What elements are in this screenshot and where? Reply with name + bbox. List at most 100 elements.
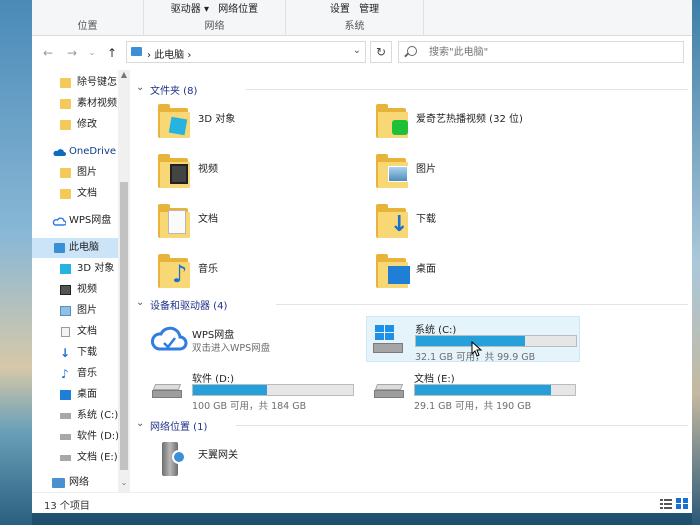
drive-label: 文档 (E:) — [414, 374, 455, 385]
sidebar-item-label: 文档 (E:) — [77, 452, 118, 463]
sidebar-item-drive-e[interactable]: 文档 (E:) — [32, 448, 118, 468]
network-item-gateway[interactable]: 天翼网关 — [158, 438, 358, 482]
sidebar-item-label: 图片 — [77, 305, 97, 316]
sidebar-item-label: 除号键怎 — [77, 77, 117, 88]
add-network-location-button[interactable]: 网络位置 — [218, 4, 258, 15]
sidebar-item-label: 此电脑 — [69, 242, 99, 253]
sidebar-item-this-pc[interactable]: 此电脑 — [32, 238, 118, 258]
sidebar-scrollbar[interactable]: ▲ ⌄ — [118, 70, 130, 492]
folder-icon — [60, 168, 71, 178]
collapse-chevron-icon[interactable]: ⌄ — [136, 418, 144, 429]
sidebar-item-pictures[interactable]: 图片 — [32, 301, 118, 321]
sidebar-item-3d-objects[interactable]: 3D 对象 — [32, 259, 118, 279]
scroll-up-icon[interactable]: ▲ — [118, 70, 130, 82]
folder-videos[interactable]: 视频 — [158, 152, 358, 196]
collapse-chevron-icon[interactable]: ⌄ — [136, 297, 144, 308]
sidebar-item-wps[interactable]: WPS网盘 — [32, 211, 118, 231]
picture-icon — [60, 306, 71, 316]
desktop-folder-icon — [376, 252, 410, 288]
settings-button[interactable]: 设置 — [330, 4, 350, 15]
cube-icon — [60, 264, 71, 274]
folder-3d-objects[interactable]: 3D 对象 — [158, 102, 358, 146]
map-drive-button[interactable]: 驱动器 ▾ — [171, 4, 209, 15]
sidebar-item-downloads[interactable]: ↓ 下载 — [32, 343, 118, 363]
sidebar-item-drive-c[interactable]: 系统 (C:) — [32, 406, 118, 426]
sidebar-item-desktop[interactable]: 桌面 — [32, 385, 118, 405]
breadcrumb[interactable]: › 此电脑 › — [147, 46, 191, 61]
sidebar-item-label: 软件 (D:) — [77, 431, 118, 442]
forward-arrow-icon[interactable]: → — [64, 45, 80, 61]
up-arrow-icon[interactable]: ↑ — [104, 45, 120, 61]
back-arrow-icon[interactable]: ← — [40, 45, 56, 61]
folder-music[interactable]: ♪ 音乐 — [158, 252, 358, 296]
ribbon: 位置 驱动器 ▾ 网络位置 网络 设置 管理 系统 — [32, 0, 692, 36]
network-item-label: 天翼网关 — [198, 450, 238, 461]
details-view-icon[interactable] — [660, 498, 672, 509]
sidebar-item-documents[interactable]: 文档 — [32, 322, 118, 342]
sidebar-item-label: 网络 — [69, 477, 89, 488]
videos-folder-icon — [158, 152, 192, 188]
iqiyi-folder-icon — [376, 102, 410, 138]
collapse-chevron-icon[interactable]: ⌄ — [136, 82, 144, 93]
search-input[interactable] — [429, 45, 669, 59]
folder-documents[interactable]: 文档 — [158, 202, 358, 246]
breadcrumb-this-pc[interactable]: 此电脑 — [154, 50, 184, 61]
section-header-folders[interactable]: ⌄ 文件夹 (8) — [136, 82, 688, 97]
folder-label: 下载 — [416, 214, 436, 225]
scroll-down-icon[interactable]: ⌄ — [118, 478, 130, 490]
sidebar-item-folder[interactable]: 修改 — [32, 115, 118, 135]
folder-label: 图片 — [416, 164, 436, 175]
search-box[interactable] — [398, 41, 684, 63]
ribbon-group-label: 网络 — [204, 21, 225, 32]
sidebar-item-drive-d[interactable]: 软件 (D:) — [32, 427, 118, 447]
section-header-devices[interactable]: ⌄ 设备和驱动器 (4) — [136, 297, 688, 312]
hard-drive-icon — [372, 384, 406, 398]
drive-usage-fill — [193, 385, 267, 395]
manage-button[interactable]: 管理 — [359, 4, 379, 15]
address-dropdown-icon[interactable]: ⌄ — [353, 45, 361, 56]
folder-desktop[interactable]: 桌面 — [376, 252, 576, 296]
folder-icon — [60, 78, 71, 88]
recent-locations-chevron-icon[interactable]: ⌄ — [84, 45, 100, 61]
drive-d[interactable]: 软件 (D:) 100 GB 可用，共 184 GB — [144, 366, 358, 412]
sidebar-item-label: 音乐 — [77, 368, 97, 379]
network-icon — [52, 478, 65, 488]
drive-icon — [60, 413, 71, 419]
sidebar-item-label: 图片 — [77, 167, 97, 178]
folder-iqiyi[interactable]: 爱奇艺热播视频 (32 位) — [376, 102, 616, 146]
windows-drive-icon — [373, 325, 407, 355]
scroll-thumb[interactable] — [120, 182, 128, 470]
section-header-network[interactable]: ⌄ 网络位置 (1) — [136, 418, 688, 433]
drive-subtitle: 双击进入WPS网盘 — [192, 343, 271, 354]
sidebar-item-onedrive[interactable]: OneDrive — [32, 142, 118, 162]
address-bar[interactable]: › 此电脑 › ⌄ — [126, 41, 366, 63]
sidebar-item-folder[interactable]: 除号键怎 — [32, 73, 118, 93]
search-icon — [407, 46, 417, 56]
tiles-view-icon[interactable] — [676, 498, 688, 509]
drive-usage-bar — [415, 335, 577, 347]
ribbon-group-label: 位置 — [77, 21, 98, 32]
sidebar-item-network[interactable]: 网络 — [32, 473, 118, 492]
sidebar-item-music[interactable]: ♪ 音乐 — [32, 364, 118, 384]
mouse-cursor-icon — [471, 341, 483, 357]
download-icon: ↓ — [60, 346, 71, 360]
sidebar-item-folder[interactable]: 图片 — [32, 163, 118, 183]
folder-downloads[interactable]: ↓ 下载 — [376, 202, 576, 246]
pictures-folder-icon — [376, 152, 410, 188]
folder-pictures[interactable]: 图片 — [376, 152, 576, 196]
item-count: 13 个项目 — [44, 501, 90, 512]
refresh-button[interactable]: ↻ — [370, 41, 392, 63]
drive-e[interactable]: 文档 (E:) 29.1 GB 可用，共 190 GB — [366, 366, 580, 412]
sidebar-item-folder[interactable]: 素材视频 — [32, 94, 118, 114]
music-icon: ♪ — [61, 367, 69, 381]
sidebar-item-videos[interactable]: 视频 — [32, 280, 118, 300]
sidebar-item-folder[interactable]: 文档 — [32, 184, 118, 204]
drive-c[interactable]: 系统 (C:) 32.1 GB 可用，共 99.9 GB — [366, 316, 580, 363]
navigation-bar: ← → ⌄ ↑ › 此电脑 › ⌄ ↻ — [32, 36, 692, 70]
folder-icon — [60, 120, 71, 130]
ribbon-group-system: 设置 管理 系统 — [286, 0, 424, 36]
breadcrumb-separator: › — [147, 50, 151, 61]
drive-wps-cloud[interactable]: WPS网盘 双击进入WPS网盘 — [144, 318, 354, 362]
folder-icon — [60, 99, 71, 109]
music-folder-icon: ♪ — [158, 252, 192, 288]
